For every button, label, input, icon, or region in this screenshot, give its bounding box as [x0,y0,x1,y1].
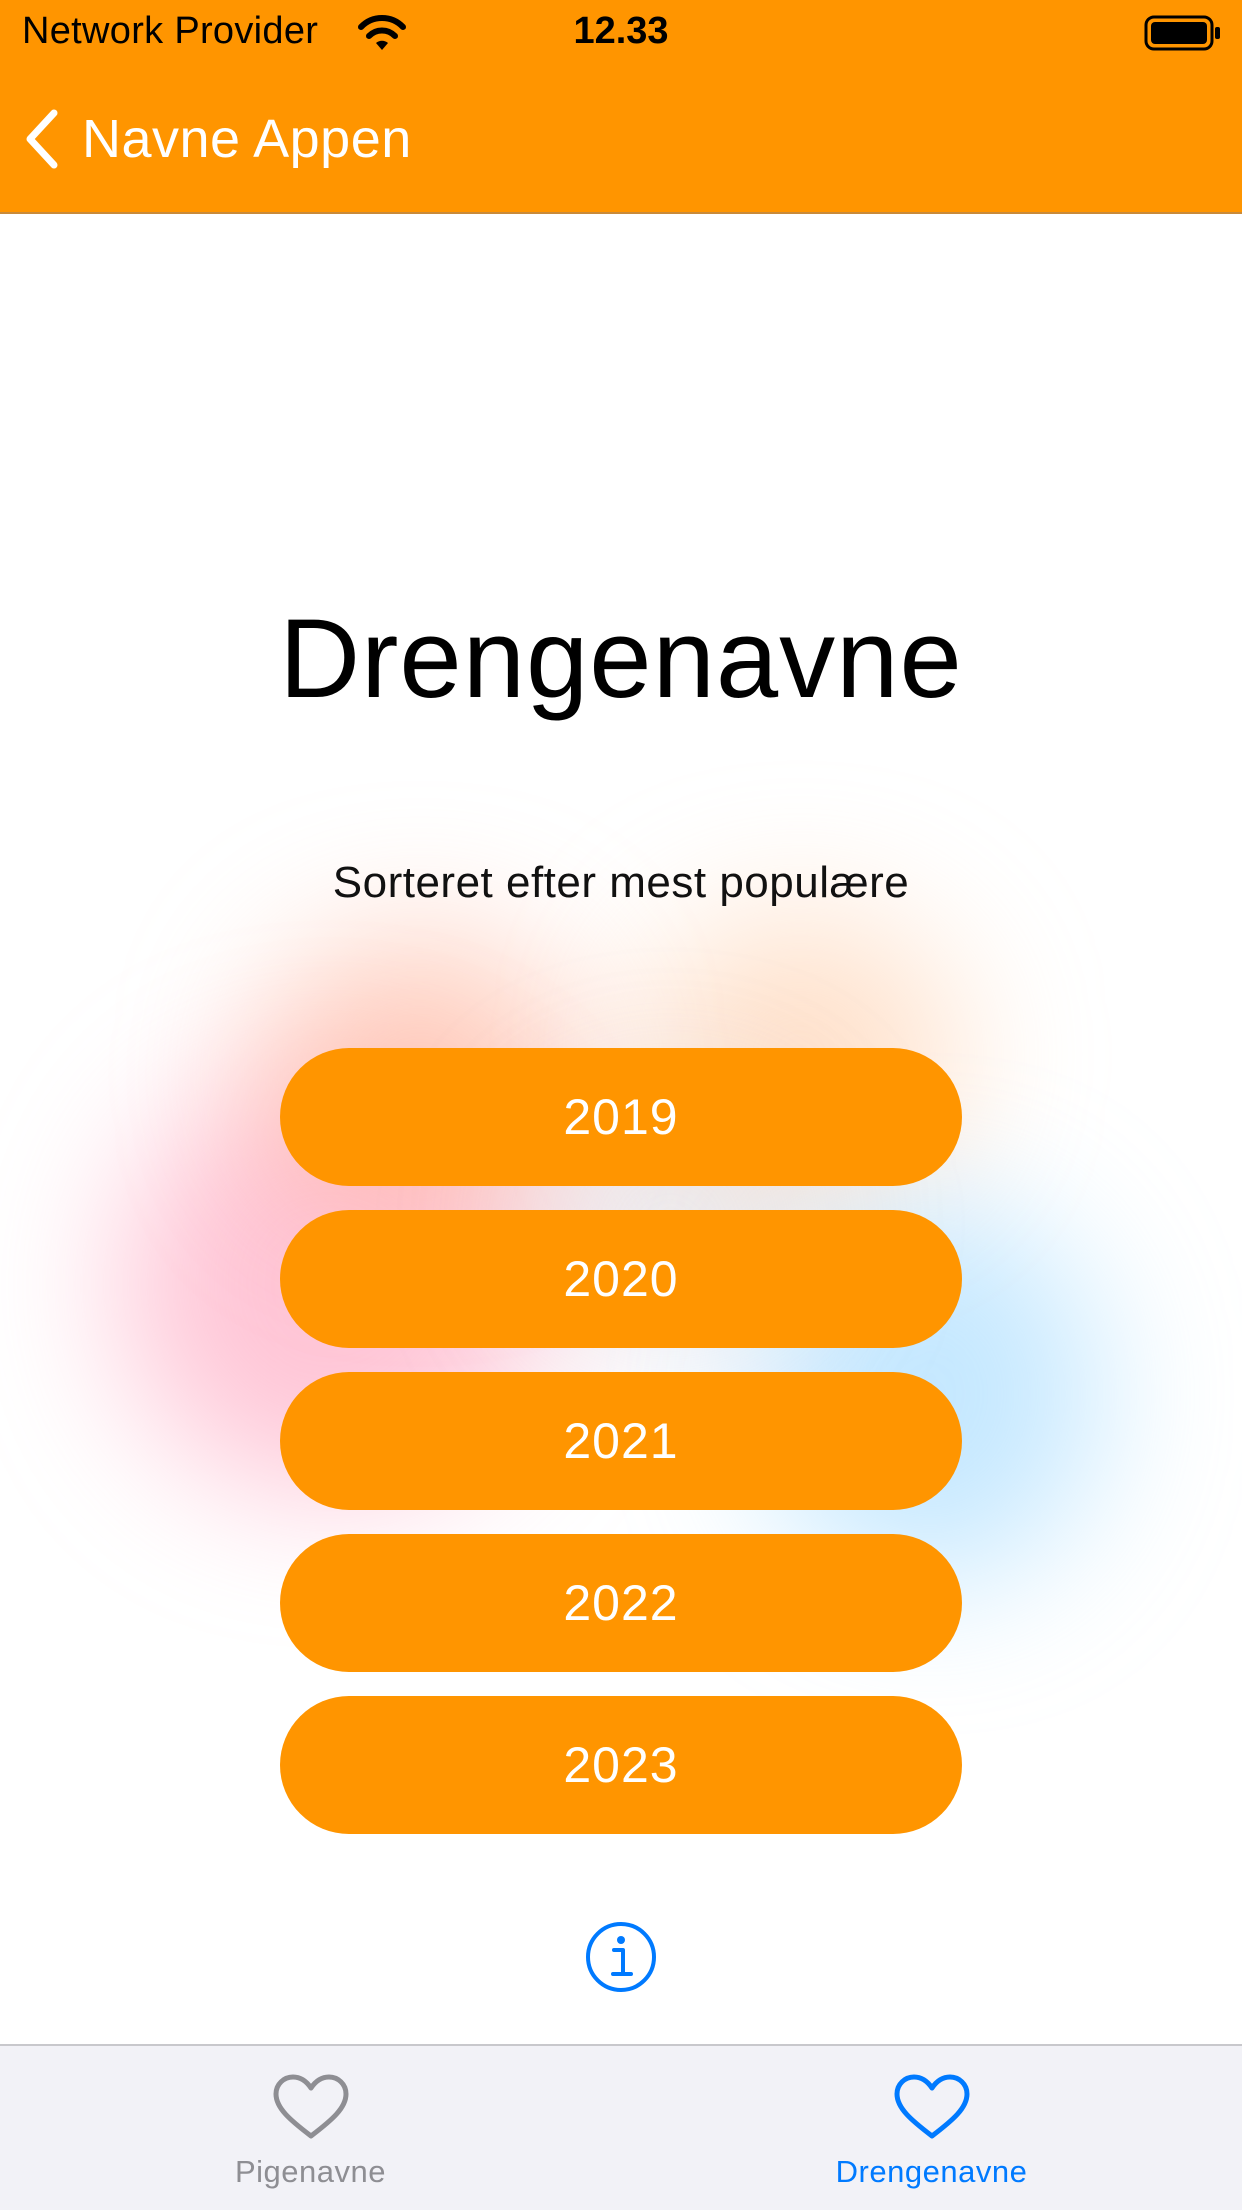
back-button[interactable]: Navne Appen [20,94,412,184]
main-content: Drengenavne Sorteret efter mest populære… [0,214,1242,2044]
info-icon[interactable] [584,1920,658,1994]
tab-drengenavne[interactable]: Drengenavne [621,2046,1242,2210]
tab-label: Drengenavne [835,2154,1028,2189]
year-button-2022[interactable]: 2022 [280,1534,962,1672]
back-button-label: Navne Appen [82,109,412,169]
status-time: 12.33 [573,10,669,52]
chevron-left-icon [26,109,58,169]
battery-icon [1144,15,1220,51]
status-bar: Network Provider 12.33 [0,0,1242,66]
tab-label: Pigenavne [234,2154,386,2189]
year-button-2019[interactable]: 2019 [280,1048,962,1186]
page-subtitle: Sorteret efter mest populære [332,858,910,907]
page-title: Drengenavne [279,596,963,721]
tab-bar: Pigenavne Drengenavne [0,2044,1242,2210]
tab-pigenavne[interactable]: Pigenavne [0,2046,621,2210]
navigation-bar: Navne Appen [0,66,1242,214]
heart-outline-icon [273,2074,348,2139]
year-button-2021[interactable]: 2021 [280,1372,962,1510]
year-button-2020[interactable]: 2020 [280,1210,962,1348]
heart-outline-icon [894,2074,969,2139]
year-button-2023[interactable]: 2023 [280,1696,962,1834]
